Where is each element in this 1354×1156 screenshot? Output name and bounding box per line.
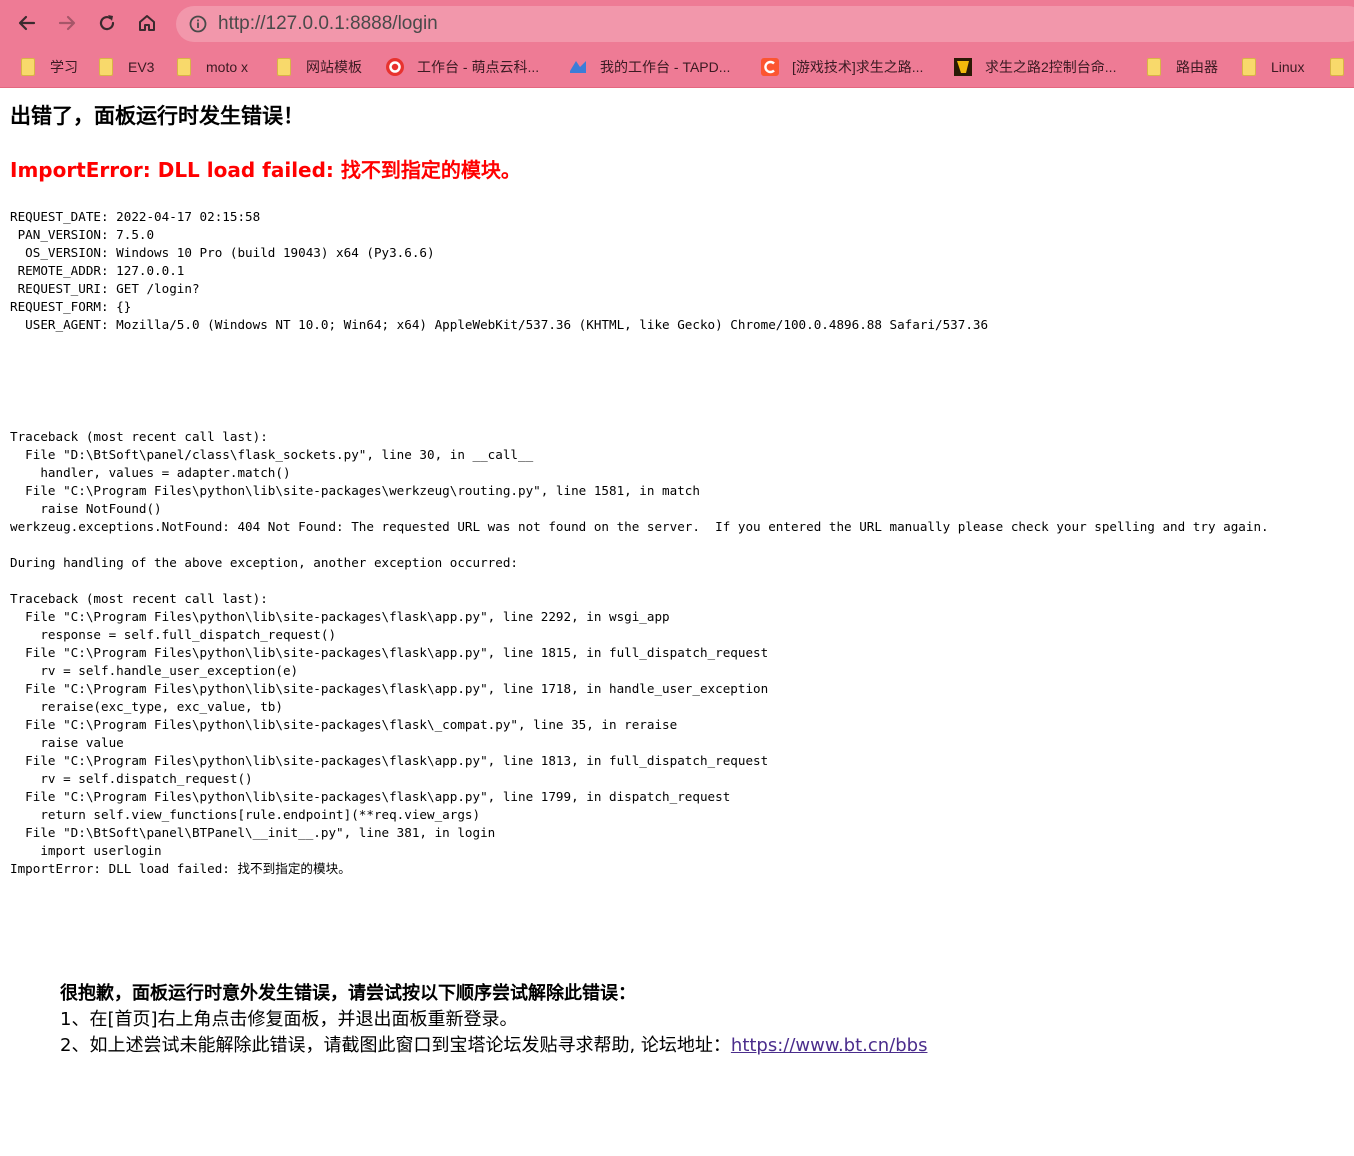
traceback-block: Traceback (most recent call last): File …: [10, 429, 1269, 876]
game-logo-icon: [954, 57, 972, 76]
browser-toolbar: http://127.0.0.1:8888/login: [0, 0, 1354, 46]
back-button[interactable]: [12, 8, 42, 38]
bookmark-l4d2-console[interactable]: 求生之路2控制台命...: [953, 46, 1116, 87]
bookmark-moto-x[interactable]: moto x: [174, 46, 248, 87]
bookmark-tapd[interactable]: 我的工作台 - TAPD...: [568, 46, 730, 87]
folder-icon: [18, 57, 38, 77]
help-heading: 很抱歉，面板运行时意外发生错误，请尝试按以下顺序尝试解除此错误：: [60, 983, 636, 1004]
csdn-logo-icon: [761, 57, 779, 76]
reload-button[interactable]: [92, 8, 122, 38]
bookmark-game-tech[interactable]: [游戏技术]求生之路...: [760, 46, 923, 87]
request-info-block: REQUEST_DATE: 2022-04-17 02:15:58 PAN_VE…: [10, 209, 989, 332]
back-arrow-icon: [18, 15, 36, 31]
folder-icon: [1327, 57, 1347, 77]
bookmark-label: 求生之路2控制台命...: [985, 58, 1117, 75]
bookmark-xuexi[interactable]: 学习: [18, 46, 78, 87]
forward-button[interactable]: [52, 8, 82, 38]
bookmark-label: 网站模板: [306, 58, 362, 75]
bookmarks-bar: 学习 EV3 moto x 网站模板 工作台 - 萌点云科... 我的工作台 -…: [0, 46, 1354, 88]
bookmark-router[interactable]: 路由器: [1144, 46, 1218, 87]
bookmark-workbench-mengdian[interactable]: 工作台 - 萌点云科...: [385, 46, 539, 87]
forward-arrow-icon: [58, 15, 76, 31]
site-info-icon[interactable]: [188, 14, 208, 34]
bookmark-label: moto x: [206, 58, 249, 75]
address-bar[interactable]: http://127.0.0.1:8888/login: [176, 6, 1354, 42]
help-section: 很抱歉，面板运行时意外发生错误，请尝试按以下顺序尝试解除此错误： 1、在[首页]…: [60, 981, 927, 1059]
page-title: 出错了，面板运行时发生错误！: [10, 104, 304, 128]
folder-icon: [96, 57, 116, 77]
bookmark-linux[interactable]: Linux: [1239, 46, 1304, 87]
bookmark-ev3[interactable]: EV3: [96, 46, 154, 87]
bookmark-label: 学习: [50, 58, 78, 75]
bookmark-overflow-folder[interactable]: [1327, 46, 1354, 87]
bookmark-label: EV3: [128, 58, 155, 75]
red-circle-logo-icon: [386, 57, 404, 76]
home-button[interactable]: [132, 8, 162, 38]
tapd-logo-icon: [570, 60, 586, 73]
reload-icon: [99, 15, 115, 31]
bookmark-label: 路由器: [1176, 58, 1218, 75]
bookmark-label: 工作台 - 萌点云科...: [417, 58, 540, 75]
home-icon: [139, 15, 155, 31]
address-url[interactable]: http://127.0.0.1:8888/login: [218, 12, 438, 36]
folder-icon: [1144, 57, 1164, 77]
help-step-2: 2、如上述尝试未能解除此错误，请截图此窗口到宝塔论坛发贴寻求帮助, 论坛地址：h…: [60, 1033, 927, 1059]
folder-icon: [174, 57, 194, 77]
help-step-2-text: 2、如上述尝试未能解除此错误，请截图此窗口到宝塔论坛发贴寻求帮助, 论坛地址：: [60, 1035, 731, 1056]
bookmark-website-templates[interactable]: 网站模板: [274, 46, 362, 87]
forum-link[interactable]: https://www.bt.cn/bbs: [731, 1035, 928, 1056]
folder-icon: [274, 57, 294, 77]
error-message: ImportError: DLL load failed: 找不到指定的模块。: [10, 158, 521, 182]
help-step-1: 1、在[首页]右上角点击修复面板，并退出面板重新登录。: [60, 1009, 518, 1030]
folder-icon: [1239, 57, 1259, 77]
bookmark-label: Linux: [1271, 58, 1305, 75]
bookmark-label: 我的工作台 - TAPD...: [600, 58, 731, 75]
bookmark-label: [游戏技术]求生之路...: [792, 58, 924, 75]
